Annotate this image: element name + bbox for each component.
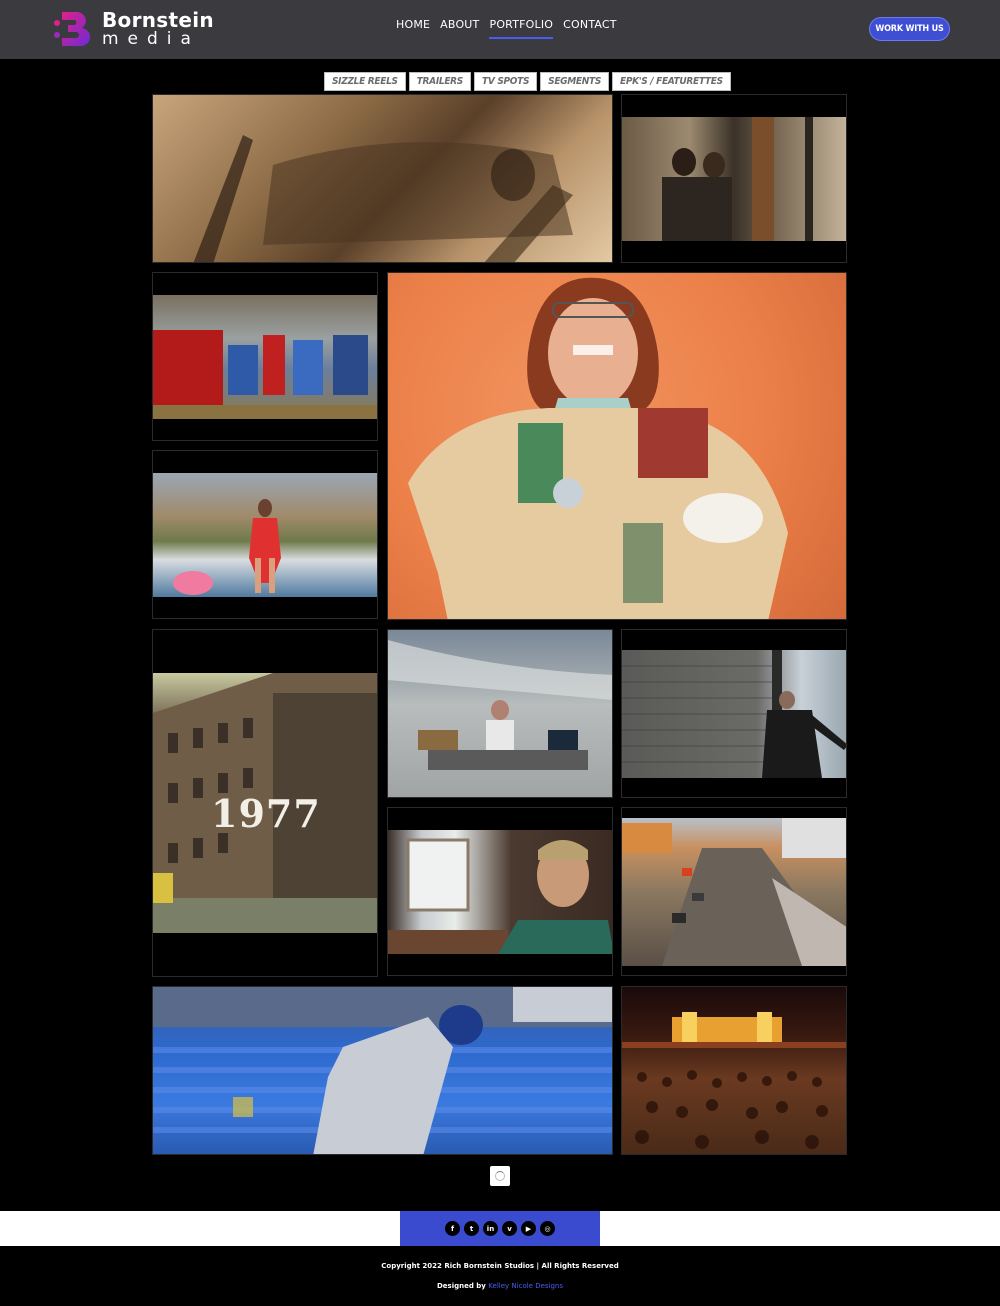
logo-main-text: Bornstein <box>102 8 214 32</box>
vimeo-icon[interactable]: v <box>502 1221 517 1236</box>
logo[interactable]: Bornstein media <box>52 10 214 48</box>
facebook-icon[interactable]: f <box>445 1221 460 1236</box>
portfolio-item-concert[interactable] <box>621 986 847 1155</box>
nav-about[interactable]: ABOUT <box>440 18 479 39</box>
nav-contact[interactable]: CONTACT <box>563 18 617 39</box>
portfolio-item-hallway[interactable] <box>621 94 847 263</box>
video-thumbnail <box>388 273 846 619</box>
filter-epks[interactable]: EPK'S / FEATURETTES <box>612 72 731 91</box>
filter-sizzle-reels[interactable]: SIZZLE REELS <box>324 72 406 91</box>
work-with-us-button[interactable]: WORK WITH US <box>869 17 950 41</box>
nav-portfolio[interactable]: PORTFOLIO <box>489 18 553 39</box>
twitter-icon[interactable]: t <box>464 1221 479 1236</box>
video-thumbnail: 1977 <box>153 673 377 933</box>
main-nav: HOME ABOUT PORTFOLIO CONTACT <box>396 18 627 39</box>
loading-spinner-icon <box>490 1166 510 1186</box>
portfolio-item-pool[interactable] <box>152 450 378 619</box>
designed-by: Designed by Kelley Nicole Designs <box>0 1282 1000 1290</box>
youtube-icon[interactable]: ▶ <box>521 1221 536 1236</box>
portfolio-item-football-party[interactable] <box>152 272 378 441</box>
logo-mark-icon <box>52 10 92 48</box>
portfolio-item-baseball[interactable] <box>152 986 613 1155</box>
portfolio-item-brick-wall[interactable] <box>621 629 847 798</box>
instagram-icon[interactable]: ◎ <box>540 1221 555 1236</box>
designed-by-label: Designed by <box>436 1282 486 1290</box>
linkedin-icon[interactable]: in <box>483 1221 498 1236</box>
portfolio-item-1977[interactable]: 1977 <box>152 629 378 977</box>
portfolio-item-car-scene[interactable] <box>152 94 613 263</box>
portfolio-filters: SIZZLE REELS TRAILERS TV SPOTS SEGMENTS … <box>324 72 731 91</box>
portfolio-item-rooftop[interactable] <box>387 629 613 798</box>
nav-home[interactable]: HOME <box>396 18 430 39</box>
portfolio-item-street-aerial[interactable] <box>621 807 847 976</box>
video-thumbnail <box>388 830 612 954</box>
filter-trailers[interactable]: TRAILERS <box>408 72 471 91</box>
designer-link[interactable]: Kelley Nicole Designs <box>488 1282 563 1290</box>
video-thumbnail <box>622 117 846 241</box>
copyright-text: Copyright 2022 Rich Bornstein Studios | … <box>381 1262 619 1270</box>
video-thumbnail <box>622 650 846 778</box>
video-thumbnail <box>622 987 846 1154</box>
portfolio-item-chicken-lady[interactable] <box>387 272 847 620</box>
filter-tv-spots[interactable]: TV SPOTS <box>473 72 538 91</box>
video-thumbnail <box>153 987 612 1154</box>
video-thumbnail <box>153 95 612 262</box>
site-header: Bornstein media HOME ABOUT PORTFOLIO CON… <box>0 0 1000 59</box>
filter-segments[interactable]: SEGMENTS <box>540 72 610 91</box>
video-thumbnail <box>388 630 612 797</box>
overlay-year-text: 1977 <box>211 791 321 836</box>
social-links: f t in v ▶ ◎ <box>400 1211 600 1246</box>
video-thumbnail <box>622 818 846 966</box>
video-thumbnail <box>153 473 377 597</box>
video-thumbnail <box>153 295 377 419</box>
portfolio-item-man-portrait[interactable] <box>387 807 613 976</box>
logo-sub-text: media <box>102 29 200 49</box>
